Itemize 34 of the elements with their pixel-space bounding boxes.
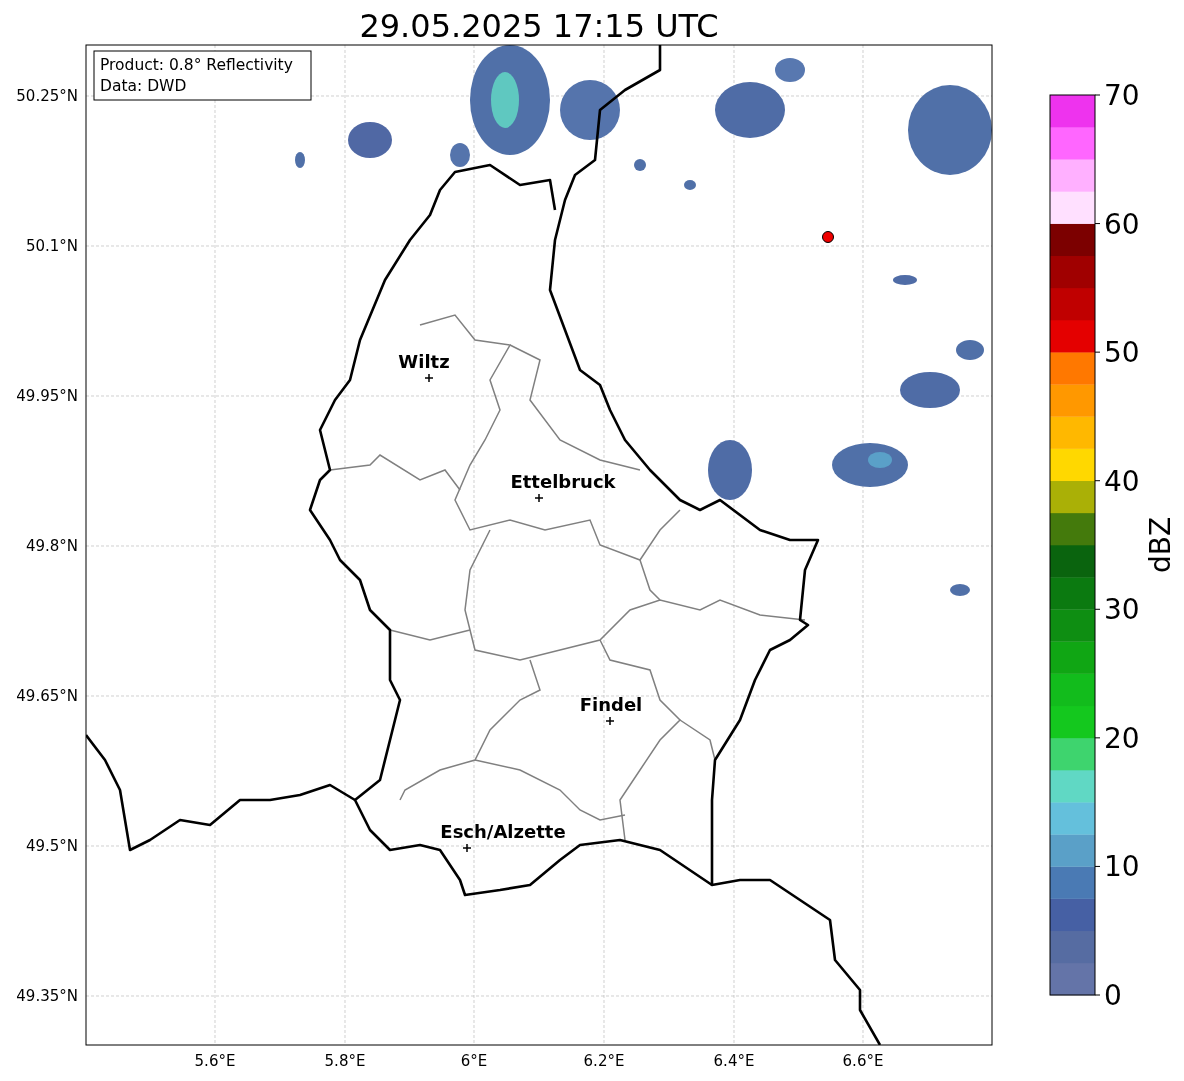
colorbar-tick-label: 50 [1104,336,1140,370]
chart-title: 29.05.2025 17:15 UTC [359,7,719,45]
axis-tick-label: 6°E [460,1052,488,1070]
colorbar-tick-label: 40 [1104,464,1140,498]
axis-tick-label: 6.6°E [842,1052,884,1070]
axis-tick-label: 49.65°N [16,687,78,705]
city-label: Esch/Alzette [440,821,566,842]
city-marker-icon [605,716,615,726]
axis-tick-label: 50.25°N [16,87,78,105]
axis-tick-label: 5.8°E [324,1052,366,1070]
axis-tick-label: 50.1°N [25,237,78,255]
axis-tick-label: 6.4°E [713,1052,755,1070]
colorbar-title: dBZ [1144,516,1177,574]
axis-tick-label: 49.5°N [25,837,78,855]
info-text: Product: 0.8° Reflectivity [100,56,293,74]
info-text: Data: DWD [100,77,187,95]
city-label: Ettelbruck [510,471,616,492]
city-label: Findel [579,694,643,715]
city-label: Wiltz [398,351,450,372]
axis-tick-label: 49.95°N [16,387,78,405]
axis-tick-label: 49.8°N [25,537,78,555]
colorbar-tick-label: 30 [1104,593,1140,627]
colorbar-tick-label: 60 [1104,207,1140,241]
city-marker-icon [424,373,434,383]
axis-tick-label: 6.2°E [583,1052,625,1070]
axis-tick-label: 49.35°N [16,987,78,1005]
city-marker-icon [534,493,544,503]
location-dot-icon [822,231,834,243]
colorbar-tick-label: 70 [1104,79,1140,112]
colorbar-tick-label: 10 [1104,850,1140,884]
colorbar-tick-label: 0 [1104,979,1122,1012]
colorbar-tick-label: 20 [1104,721,1140,755]
city-marker-icon [462,843,472,853]
axis-tick-label: 5.6°E [194,1052,236,1070]
